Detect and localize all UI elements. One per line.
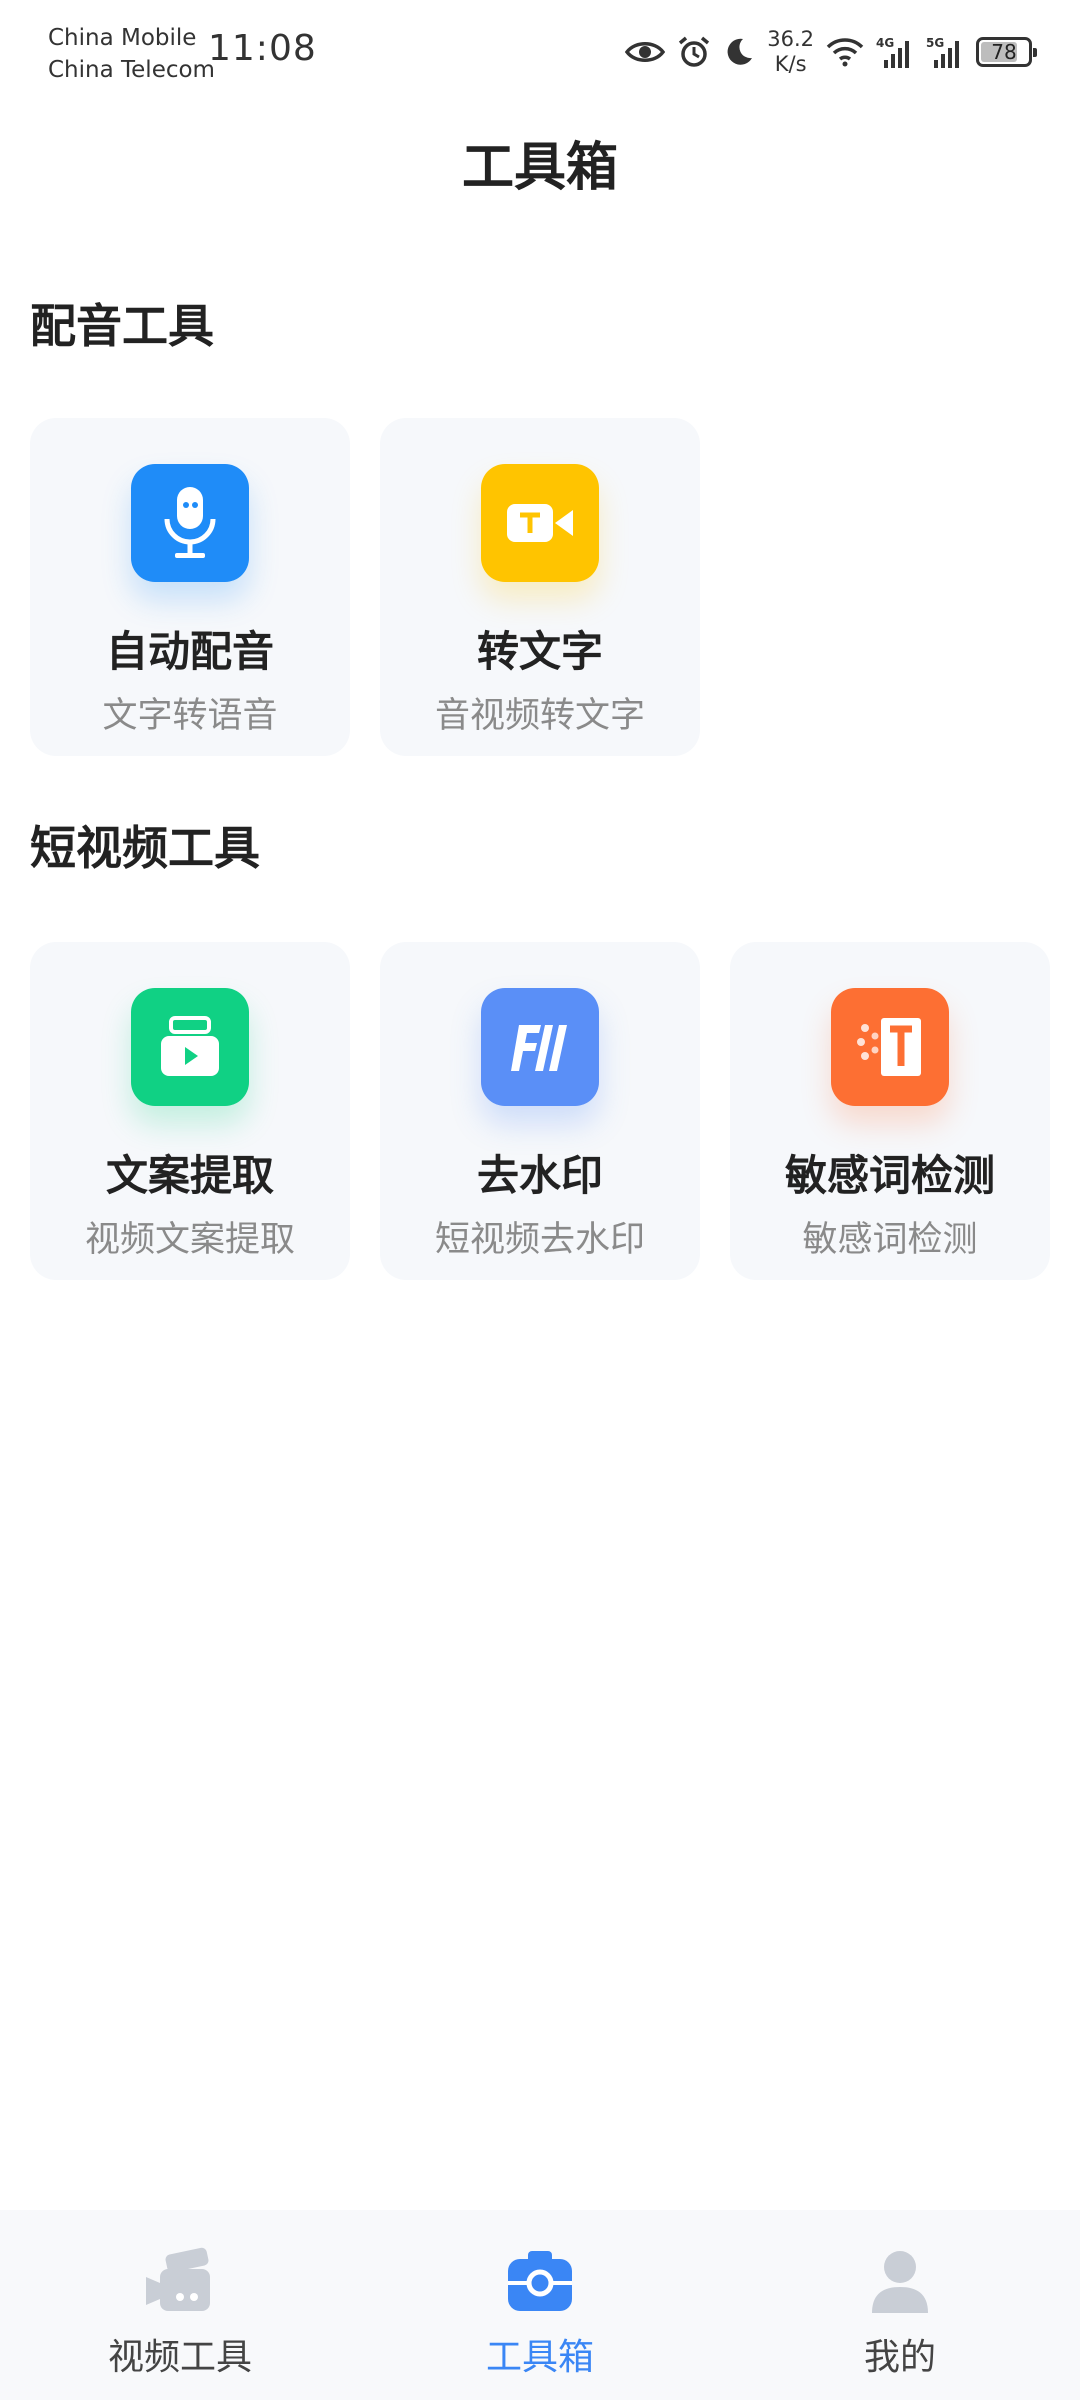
nav-label: 工具箱 (485, 2337, 594, 2378)
tool-title: 去水印 (476, 1151, 603, 1200)
nav-item-toolbox[interactable]: 工具箱 (360, 2210, 720, 2400)
tool-subtitle: 视频文案提取 (84, 1220, 295, 1260)
network-speed: 36.2 K/s (767, 27, 814, 77)
dubbing-tools: 自动配音 文字转语音 转文字 音视频转文字 (30, 418, 700, 756)
tool-title: 敏感词检测 (784, 1151, 995, 1200)
carrier-secondary: China Telecom (48, 57, 215, 83)
nav-label: 我的 (863, 2337, 936, 2378)
carrier-primary: China Mobile (48, 25, 197, 51)
user-icon (863, 2244, 937, 2318)
nav-item-mine[interactable]: 我的 (720, 2210, 1080, 2400)
tool-subtitle: 音视频转文字 (434, 696, 645, 736)
status-time: 11:08 (208, 28, 317, 69)
tool-card-sensitive-words[interactable]: 敏感词检测 敏感词检测 (730, 942, 1050, 1280)
nav-item-video-tools[interactable]: 视频工具 (0, 2210, 360, 2400)
network-type-label: 5G (926, 36, 945, 50)
status-bar: China Mobile China Telecom 11:08 36.2 K/… (0, 0, 1080, 100)
tool-subtitle: 短视频去水印 (434, 1220, 645, 1260)
video-camera-icon (143, 2244, 217, 2318)
moon-icon (723, 36, 755, 68)
video-copy-icon (131, 988, 249, 1106)
sensitive-word-icon (831, 988, 949, 1106)
battery-icon: 78 (976, 37, 1037, 67)
tool-title: 自动配音 (105, 627, 274, 676)
network-type-label: 4G (876, 36, 895, 50)
network-speed-value: 36.2 (767, 27, 814, 51)
video-text-icon (481, 464, 599, 582)
tool-card-auto-dubbing[interactable]: 自动配音 文字转语音 (30, 418, 350, 756)
tool-title: 文案提取 (105, 1151, 274, 1200)
signal-icon: 5G (926, 36, 964, 68)
eye-icon (625, 38, 666, 66)
short-video-tools: 文案提取 视频文案提取 去水印 短视频去水印 敏感词检测 敏感词检测 (30, 942, 1050, 1280)
nav-label: 视频工具 (107, 2337, 252, 2378)
battery-level: 78 (991, 40, 1017, 64)
microphone-icon (131, 464, 249, 582)
tool-card-copy-extract[interactable]: 文案提取 视频文案提取 (30, 942, 350, 1280)
carrier-labels: China Mobile China Telecom (48, 22, 215, 86)
tool-subtitle: 敏感词检测 (802, 1220, 978, 1260)
tool-subtitle: 文字转语音 (102, 696, 278, 736)
status-icons: 36.2 K/s 4G 5G 78 (625, 24, 1037, 80)
bottom-nav: 视频工具 工具箱 我的 (0, 2210, 1080, 2400)
alarm-icon (677, 35, 711, 69)
tool-card-to-text[interactable]: 转文字 音视频转文字 (380, 418, 700, 756)
page-title: 工具箱 (461, 138, 618, 198)
watermark-remove-icon (481, 988, 599, 1106)
section-title-dubbing: 配音工具 (30, 299, 214, 353)
signal-icon: 4G (876, 36, 914, 68)
section-title-short-video: 短视频工具 (30, 821, 260, 875)
wifi-icon (826, 37, 864, 67)
network-speed-unit: K/s (774, 52, 807, 76)
tool-title: 转文字 (476, 627, 603, 676)
tool-card-remove-watermark[interactable]: 去水印 短视频去水印 (380, 942, 700, 1280)
toolbox-icon (503, 2244, 577, 2318)
